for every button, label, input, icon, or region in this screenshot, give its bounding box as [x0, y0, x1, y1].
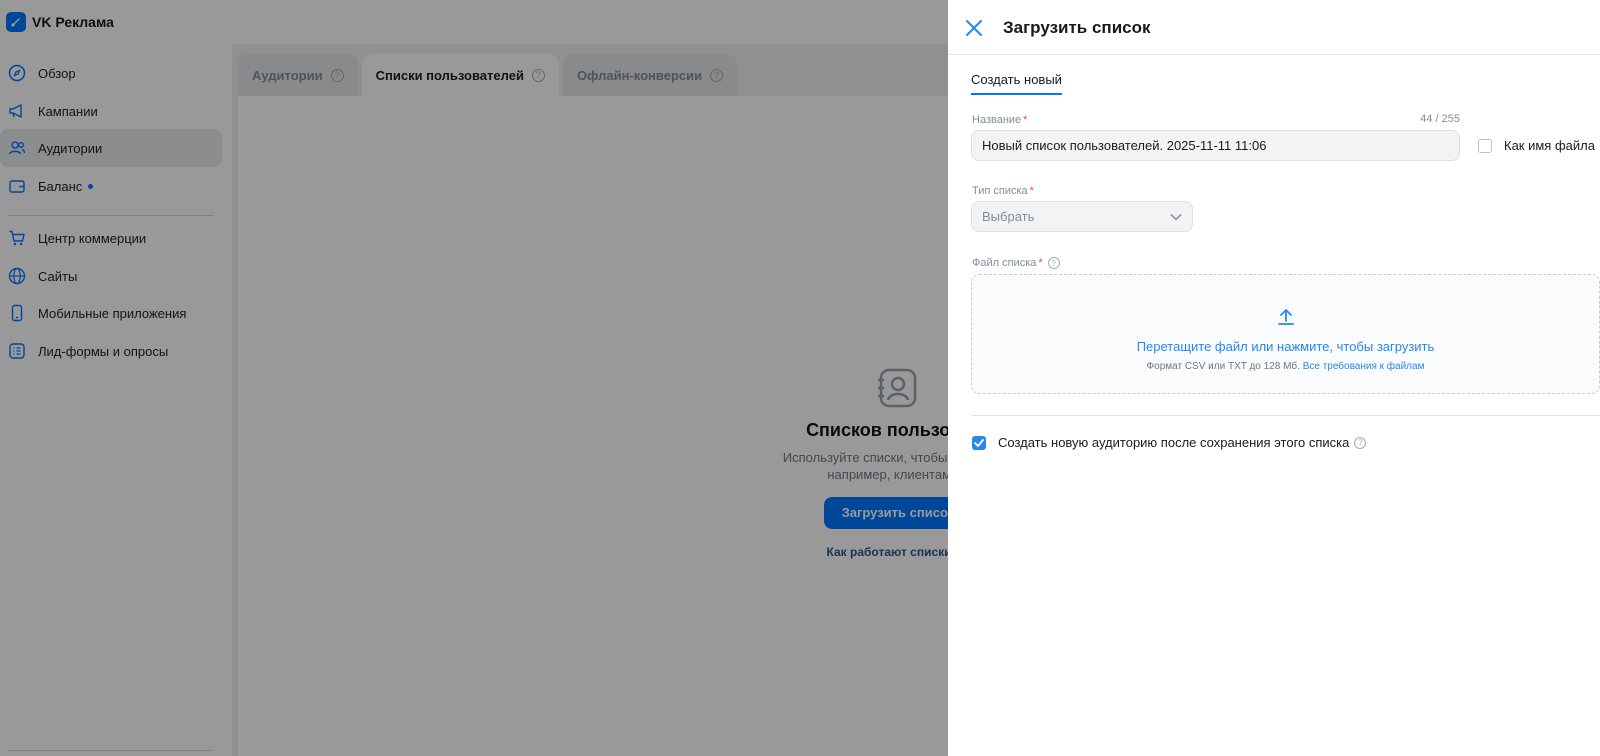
- file-requirements-link[interactable]: Все требования к файлам: [1303, 361, 1425, 372]
- required-mark: *: [1038, 257, 1043, 269]
- as-filename-label: Как имя файла: [1504, 138, 1595, 153]
- list-type-value: Выбрать: [982, 209, 1035, 224]
- upload-icon: [1276, 307, 1296, 327]
- help-icon[interactable]: ?: [1047, 257, 1060, 269]
- file-format-text: Формат CSV или TXT до 128 Мб.: [1146, 361, 1300, 372]
- drawer-divider: [971, 415, 1600, 416]
- create-audience-label: Создать новую аудиторию после сохранения…: [998, 435, 1350, 450]
- as-filename-checkbox[interactable]: Как имя файла: [1478, 138, 1595, 153]
- modal-overlay[interactable]: [0, 0, 948, 756]
- help-icon[interactable]: ?: [1354, 436, 1367, 449]
- close-icon[interactable]: [964, 18, 984, 38]
- checkbox-checked-icon[interactable]: [972, 435, 986, 450]
- list-type-label: Тип списка *: [972, 185, 1034, 197]
- required-mark: *: [1029, 185, 1034, 197]
- dropzone-subtext: Формат CSV или TXT до 128 Мб. Все требов…: [972, 361, 1599, 372]
- file-label-text: Файл списка: [972, 257, 1037, 269]
- list-type-select[interactable]: Выбрать: [971, 201, 1193, 232]
- file-label: Файл списка * ?: [972, 257, 1060, 269]
- drawer-header: Загрузить список: [948, 0, 1600, 55]
- required-mark: *: [1023, 114, 1028, 126]
- tab-create-new[interactable]: Создать новый: [971, 72, 1062, 95]
- checkbox-unchecked[interactable]: [1478, 138, 1492, 153]
- chevron-down-icon: [1170, 209, 1182, 224]
- name-counter: 44 / 255: [1420, 113, 1460, 125]
- name-label-text: Название: [972, 114, 1022, 126]
- name-label: Название *: [972, 114, 1027, 126]
- file-dropzone[interactable]: Перетащите файл или нажмите, чтобы загру…: [971, 274, 1600, 394]
- create-audience-checkbox[interactable]: Создать новую аудиторию после сохранения…: [972, 435, 1367, 450]
- list-name-input[interactable]: [971, 130, 1460, 161]
- drawer-title: Загрузить список: [1003, 18, 1151, 37]
- dropzone-text: Перетащите файл или нажмите, чтобы загру…: [1136, 339, 1435, 354]
- list-type-label-text: Тип списка: [972, 185, 1028, 197]
